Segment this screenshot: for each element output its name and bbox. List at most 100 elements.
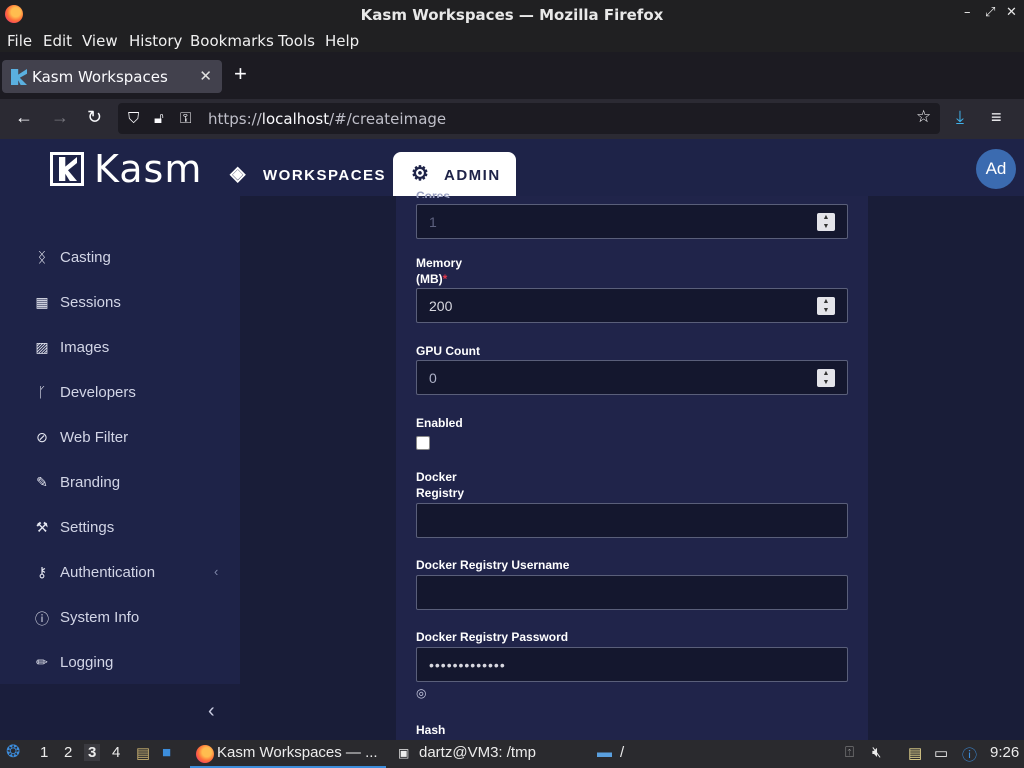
eye-slash-icon[interactable]: ◎ xyxy=(416,686,426,700)
gear-icon: ⚙ xyxy=(411,163,431,185)
menu-edit[interactable]: Edit xyxy=(43,32,72,50)
key-icon: ⚷ xyxy=(36,564,48,580)
sidebar-item-label: Authentication xyxy=(60,564,156,581)
sidebar-item-casting[interactable]: ᛝ Casting xyxy=(0,239,240,279)
new-tab-icon[interactable]: + xyxy=(234,61,247,87)
spinner-icon[interactable]: ▲ ▼ xyxy=(817,297,835,315)
nav-workspaces[interactable]: ◈ WORKSPACES xyxy=(230,139,385,196)
mute-icon[interactable]: 🔇︎ xyxy=(872,744,881,761)
workspace-4[interactable]: 4 xyxy=(112,744,120,761)
menu-history[interactable]: History xyxy=(129,32,182,50)
image-icon: ▨ xyxy=(35,339,49,355)
casting-icon: ᛝ xyxy=(37,249,47,265)
brush-icon: ✎ xyxy=(36,474,48,490)
task-firefox[interactable]: Kasm Workspaces — ... xyxy=(190,740,386,768)
file-cabinet-icon[interactable]: ▤ xyxy=(136,744,150,762)
minimize-icon[interactable]: – xyxy=(964,5,971,20)
registry-password-input[interactable]: ••••••••••••• xyxy=(416,647,848,682)
bookmark-star-icon[interactable]: ☆ xyxy=(916,107,931,127)
sidebar-item-label: Casting xyxy=(60,249,111,266)
sidebar-item-label: System Info xyxy=(60,609,140,626)
download-icon[interactable]: ⤓ xyxy=(956,107,964,128)
desktop-icon[interactable]: ■ xyxy=(162,744,171,761)
memory-value: 200 xyxy=(429,298,453,314)
workspace-2[interactable]: 2 xyxy=(64,744,72,761)
start-menu-icon[interactable]: ❂ xyxy=(6,742,20,762)
tab-close-icon[interactable]: ✕ xyxy=(199,67,212,85)
enabled-checkbox[interactable] xyxy=(416,436,430,450)
hash-label: Hash xyxy=(416,723,446,737)
clock: 9:26 xyxy=(990,744,1020,761)
cores-input[interactable]: 1 ▲ ▼ xyxy=(416,204,848,239)
cores-value: 1 xyxy=(429,214,437,230)
memory-input[interactable]: 200 ▲ ▼ xyxy=(416,288,848,323)
terminal-icon: ▣ xyxy=(398,746,410,760)
docker-registry-input[interactable] xyxy=(416,503,848,538)
menu-bar: File Edit View History Bookmarks Tools H… xyxy=(0,30,1024,52)
registry-username-input[interactable] xyxy=(416,575,848,610)
sidebar: ᛝ Casting ▦ Sessions ▨ Images ᚴ Develope… xyxy=(0,196,240,740)
task-terminal-label[interactable]: dartz@VM3: /tmp xyxy=(419,744,536,761)
maximize-icon[interactable]: ⤢ xyxy=(985,5,995,20)
sidebar-item-sessions[interactable]: ▦ Sessions xyxy=(0,284,240,324)
menu-bookmarks[interactable]: Bookmarks xyxy=(190,32,274,50)
url-text[interactable]: https://localhost/#/createimage xyxy=(208,110,446,128)
menu-view[interactable]: View xyxy=(82,32,118,50)
info-icon: ⓘ xyxy=(35,611,49,627)
spinner-icon[interactable]: ▲ ▼ xyxy=(817,213,835,231)
clipboard-icon[interactable]: ▤ xyxy=(908,744,922,762)
back-icon[interactable]: ← xyxy=(15,107,33,128)
sidebar-item-settings[interactable]: ⚒ Settings xyxy=(0,509,240,549)
key-icon[interactable]: ⚿ xyxy=(180,109,191,127)
lock-icon[interactable]: 🔓︎ xyxy=(154,109,164,127)
menu-file[interactable]: File xyxy=(7,32,32,50)
nav-workspaces-label: WORKSPACES xyxy=(263,167,387,184)
gpu-count-value: 0 xyxy=(429,370,437,386)
menu-tools[interactable]: Tools xyxy=(278,32,315,50)
taskbar: ❂ 1 2 3 4 ▤ ■ Kasm Workspaces — ... ▣ da… xyxy=(0,740,1024,768)
sidebar-item-images[interactable]: ▨ Images xyxy=(0,329,240,369)
enabled-label: Enabled xyxy=(416,416,463,430)
folder-icon: ▬ xyxy=(597,744,612,761)
notification-icon[interactable]: ⓘ xyxy=(962,744,977,765)
collapse-sidebar-icon[interactable]: ‹ xyxy=(208,700,215,723)
docker-registry-label: Docker Registry xyxy=(416,470,465,500)
sidebar-item-system-info[interactable]: ⓘ System Info xyxy=(0,599,240,639)
kasm-logo-icon[interactable] xyxy=(50,152,84,186)
sidebar-item-branding[interactable]: ✎ Branding xyxy=(0,464,240,504)
network-icon[interactable]: ▭ xyxy=(934,744,948,762)
avatar[interactable]: Ad xyxy=(976,149,1016,189)
window-title: Kasm Workspaces — Mozilla Firefox xyxy=(360,6,664,24)
kasm-logo-text[interactable]: Kasm xyxy=(94,147,202,191)
nav-admin[interactable]: ⚙ ADMIN xyxy=(393,152,516,196)
nav-admin-label: ADMIN xyxy=(444,167,501,184)
chevron-left-icon: ‹ xyxy=(214,564,219,579)
url-bar[interactable]: ⛉ 🔓︎ ⚿ https://localhost/#/createimage xyxy=(118,103,940,134)
menu-help[interactable]: Help xyxy=(325,32,359,50)
gpu-count-input[interactable]: 0 ▲ ▼ xyxy=(416,360,848,395)
registry-password-label: Docker Registry Password xyxy=(416,630,569,644)
sidebar-item-authentication[interactable]: ⚷ Authentication ‹ xyxy=(0,554,240,594)
pencil-icon: ✏ xyxy=(36,654,48,670)
required-mark: * xyxy=(442,272,448,286)
spinner-icon[interactable]: ▲ ▼ xyxy=(817,369,835,387)
upload-icon[interactable]: ⍐ xyxy=(845,744,854,761)
sidebar-item-logging[interactable]: ✏ Logging xyxy=(0,644,240,684)
close-window-icon[interactable]: ✕ xyxy=(1006,5,1017,20)
sidebar-item-label: Sessions xyxy=(60,294,121,311)
wrench-icon: ⚒ xyxy=(35,519,49,535)
memory-label: Memory (MB)* xyxy=(416,256,463,286)
shield-icon[interactable]: ⛉ xyxy=(128,109,139,127)
tab-kasm-workspaces[interactable]: Kasm Workspaces ✕ xyxy=(2,60,222,93)
registry-password-value: ••••••••••••• xyxy=(429,657,506,673)
task-files-label[interactable]: / xyxy=(620,744,624,761)
forward-icon[interactable]: → xyxy=(51,107,69,128)
hamburger-menu-icon[interactable]: ≡ xyxy=(991,107,1002,128)
sidebar-item-developers[interactable]: ᚴ Developers xyxy=(0,374,240,414)
window-titlebar: Kasm Workspaces — Mozilla Firefox – ⤢ ✕ xyxy=(0,0,1024,30)
sidebar-item-web-filter[interactable]: ⊘ Web Filter xyxy=(0,419,240,459)
sidebar-item-label: Settings xyxy=(60,519,115,536)
workspace-1[interactable]: 1 xyxy=(40,744,48,761)
workspace-3[interactable]: 3 xyxy=(84,744,101,761)
reload-icon[interactable]: ↻ xyxy=(87,107,102,128)
